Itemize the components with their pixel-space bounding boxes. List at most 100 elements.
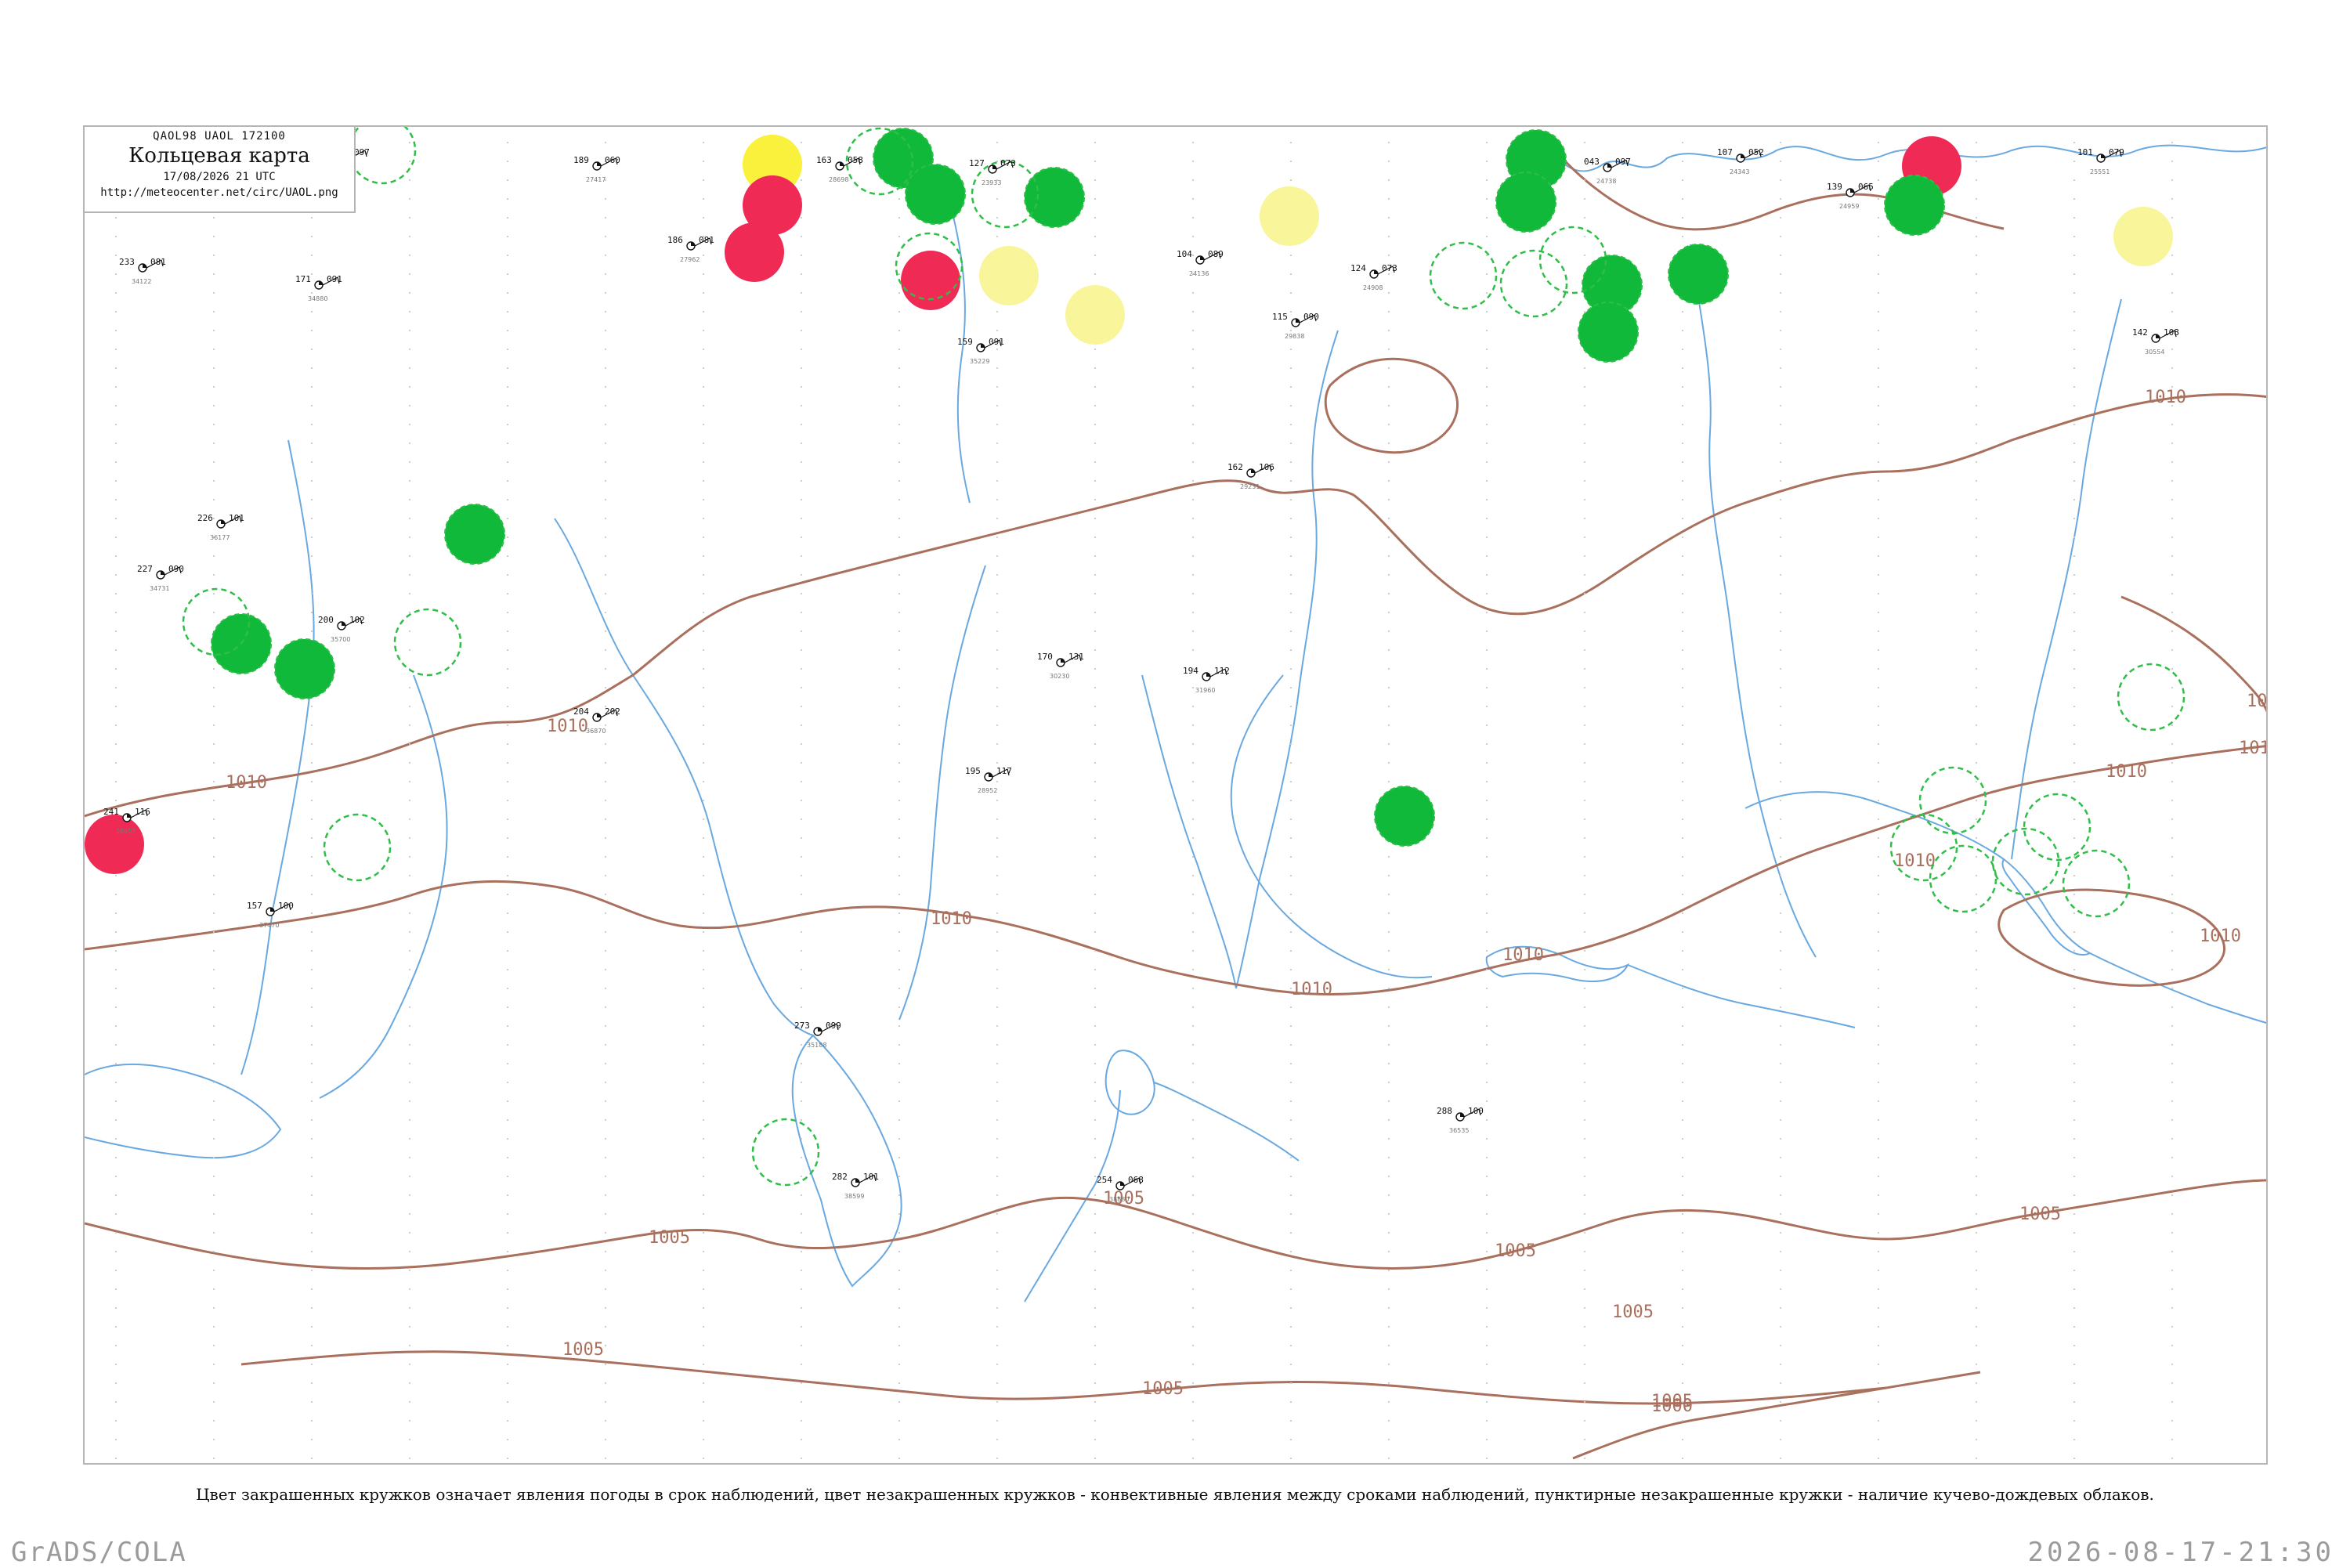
grid-dot [702,367,705,370]
station-plot[interactable]: 282 10138599 [832,1172,879,1200]
station-plot[interactable]: 159 09135229 [957,337,1004,365]
grid-dot [1387,404,1390,407]
station-pressure: 081 [699,235,714,245]
grid-dot [702,724,705,727]
grid-dot [996,855,999,858]
station-plot[interactable]: 226 10136177 [197,513,244,541]
station-plot[interactable]: 186 08127962 [667,235,714,263]
grid-dot [1094,423,1097,426]
grid-dot [996,611,999,614]
station-plot[interactable]: 194 11231960 [1183,666,1230,694]
grid-dot [1779,968,1782,971]
station-plot[interactable]: 107 05224343 [1717,147,1764,175]
station-plot[interactable]: 233 08134122 [119,257,166,285]
grid-dot [604,1156,607,1159]
station-pressure: 081 [150,257,166,267]
grid-dot [506,461,509,464]
grid-dot [506,517,509,520]
isobar-1010-west [85,479,1354,818]
grid-dot [310,517,313,520]
grid-dot [1387,949,1390,952]
grid-dot [1975,1325,1978,1328]
map-canvas: 1010101010101010101010101010101010101010… [85,127,2266,1460]
station-plot[interactable]: 200 10235700 [318,615,365,643]
grid-dot [1191,799,1195,802]
grid-dot [1191,197,1195,201]
grid-dot [604,1457,607,1460]
grid-dot [1191,179,1195,182]
grid-dot [114,799,118,802]
station-plot[interactable]: 170 13130230 [1037,652,1084,680]
grid-dot [996,930,999,934]
grid-dot [2073,1382,2076,1385]
grid-dot [1094,874,1097,877]
source-url[interactable]: http://meteocenter.net/circ/UAOL.png [85,186,354,199]
grid-dot [800,1344,803,1347]
grid-dot [800,912,803,915]
grid-dot [1975,1457,1978,1460]
grid-dot [408,1212,411,1216]
grid-dot [702,1269,705,1272]
station-plot[interactable]: 104 08924136 [1177,249,1224,277]
grid-dot [1289,517,1292,520]
grid-dot [1094,742,1097,746]
station-index: 27417 [586,176,606,183]
grid-dot [800,799,803,802]
station-plot[interactable]: 101 07925551 [2077,147,2124,175]
grid-dot [1094,1156,1097,1159]
grid-dot [702,536,705,539]
grid-dot [212,724,215,727]
grid-dot [1681,536,1684,539]
station-index: 36535 [1449,1127,1469,1134]
grid-dot [1681,179,1684,182]
station-plot[interactable]: 195 11728952 [965,766,1012,794]
grid-dot [1779,1438,1782,1441]
grid-dot [1094,160,1097,163]
grid-dot [702,1212,705,1216]
grid-dot [310,968,313,971]
station-plot[interactable]: 171 09134880 [295,274,342,302]
grid-dot [1779,461,1782,464]
grid-dot [1877,1306,1880,1310]
grid-dot [2171,141,2174,144]
grid-dot [2171,1250,2174,1253]
station-plot[interactable]: 227 09034731 [137,564,184,592]
grid-dot [310,1081,313,1084]
grid-dot [1975,179,1978,182]
station-plot[interactable]: 127 07323933 [969,158,1016,186]
grid-dot [1975,329,1978,332]
grid-dot [1779,1306,1782,1310]
grid-dot [996,235,999,238]
station-index: 34731 [150,585,169,592]
grid-dot [2073,1194,2076,1197]
grid-dot [1583,1288,1586,1291]
grid-dot [1877,1006,1880,1009]
station-plot[interactable]: 288 10036535 [1437,1106,1484,1134]
station-temperature: 233 [119,257,135,267]
station-plot[interactable]: 189 06027417 [573,155,620,183]
grid-dot [604,780,607,783]
grid-dot [212,761,215,764]
grid-dot [1877,348,1880,351]
station-plot[interactable]: 115 09029838 [1272,312,1319,340]
grid-dot [800,517,803,520]
grid-dot [1485,912,1488,915]
grid-dot [1681,630,1684,633]
grid-dot [1387,968,1390,971]
station-plot[interactable]: 163 05828698 [816,155,863,183]
grid-dot [1779,385,1782,388]
grid-dot [898,799,901,802]
grid-dot [310,818,313,821]
grid-dot [1779,1137,1782,1140]
grid-dot [1779,423,1782,426]
grid-dot [604,423,607,426]
station-plot[interactable]: 124 07324908 [1350,263,1397,291]
grid-dot [114,630,118,633]
station-plot[interactable]: 142 10830554 [2132,327,2179,356]
grid-dot [408,1118,411,1122]
grid-dot [1681,461,1684,464]
station-plot[interactable]: 162 10629231 [1227,462,1274,490]
grid-dot [1094,949,1097,952]
grid-dot [800,780,803,783]
station-plot[interactable]: 157 10037470 [247,901,294,929]
